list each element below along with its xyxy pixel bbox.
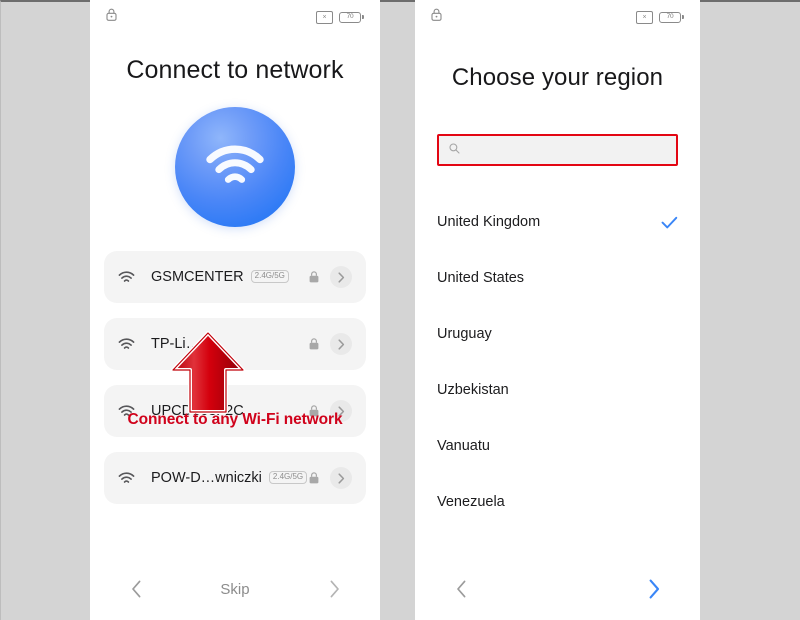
mute-icon: × xyxy=(316,10,333,24)
lock-icon xyxy=(309,271,319,283)
region-row-2[interactable]: Uruguay xyxy=(437,306,678,362)
phone-screen-choose-your-region: × 70 Choose your region United Kingdom U… xyxy=(415,0,700,620)
chevron-right-icon[interactable] xyxy=(322,577,346,601)
battery-icon: 70 xyxy=(339,11,364,23)
region-list: United Kingdom United States Uruguay Uzb… xyxy=(415,194,700,530)
wifi-icon xyxy=(118,270,135,284)
region-row-1[interactable]: United States xyxy=(437,250,678,306)
wifi-network-list: GSMCENTER 2.4G/5G TP-Li… 4 UPCD863F2C PO… xyxy=(90,251,380,504)
battery-level-label: 70 xyxy=(346,12,354,20)
lock-icon xyxy=(431,8,442,26)
lock-icon xyxy=(106,8,117,26)
region-name: United Kingdom xyxy=(437,214,541,230)
search-input[interactable] xyxy=(439,136,676,164)
region-row-5[interactable]: Venezuela xyxy=(437,474,678,530)
bottom-nav-right xyxy=(415,558,700,620)
page-title-connect-to-network: Connect to network xyxy=(126,56,344,84)
wifi-band-badge: 2.4G/5G xyxy=(250,269,289,283)
wifi-network-row-3[interactable]: POW-D…wniczki 2.4G/5G xyxy=(104,452,366,504)
chevron-right-icon[interactable] xyxy=(642,577,666,601)
chevron-right-icon[interactable] xyxy=(330,333,352,355)
lock-icon xyxy=(309,472,319,484)
region-name: Vanuatu xyxy=(437,438,490,454)
battery-level-label: 70 xyxy=(666,12,674,20)
search-icon xyxy=(449,141,460,159)
status-bar-left: × 70 xyxy=(90,0,380,34)
region-name: United States xyxy=(437,270,525,286)
wifi-band-badge: 2.4G/5G xyxy=(268,470,308,484)
region-row-4[interactable]: Vanuatu xyxy=(437,418,678,474)
wifi-network-row-1[interactable]: TP-Li… 4 xyxy=(104,318,366,370)
mute-icon: × xyxy=(636,10,653,24)
status-bar-right-cluster-left-screen: × 70 xyxy=(316,10,364,24)
lock-icon xyxy=(309,338,319,350)
check-icon xyxy=(661,216,678,229)
bottom-nav-left: Skip xyxy=(90,558,380,620)
region-name: Uzbekistan xyxy=(437,382,509,398)
chevron-left-icon[interactable] xyxy=(124,577,148,601)
wifi-network-row-0[interactable]: GSMCENTER 2.4G/5G xyxy=(104,251,366,303)
status-bar-right: × 70 xyxy=(415,0,700,34)
wifi-icon xyxy=(118,404,135,418)
region-search-highlight xyxy=(437,134,678,166)
wifi-icon xyxy=(118,337,135,351)
region-row-3[interactable]: Uzbekistan xyxy=(437,362,678,418)
wifi-orb-icon xyxy=(175,107,295,227)
chevron-right-icon[interactable] xyxy=(330,266,352,288)
battery-icon: 70 xyxy=(659,11,684,23)
page-title-choose-your-region: Choose your region xyxy=(451,64,664,91)
lock-icon xyxy=(309,405,319,417)
region-name: Uruguay xyxy=(437,326,492,342)
chevron-right-icon[interactable] xyxy=(330,467,352,489)
wifi-network-name: POW-D…wniczki xyxy=(151,470,262,486)
region-row-0[interactable]: United Kingdom xyxy=(437,194,678,250)
chevron-right-icon[interactable] xyxy=(330,400,352,422)
region-name: Venezuela xyxy=(437,494,505,510)
chevron-left-icon[interactable] xyxy=(449,577,473,601)
wifi-network-row-2[interactable]: UPCD863F2C xyxy=(104,385,366,437)
phone-screen-connect-to-network: × 70 Connect to network GSMCENTER 2.4G/5… xyxy=(90,0,380,620)
wifi-network-name: TP-Li… 4 xyxy=(151,336,212,352)
wifi-hero xyxy=(90,107,380,227)
status-bar-right-cluster-right-screen: × 70 xyxy=(636,10,684,24)
wifi-network-name: GSMCENTER xyxy=(151,269,244,285)
wifi-network-name: UPCD863F2C xyxy=(151,403,244,419)
skip-button[interactable]: Skip xyxy=(220,581,249,598)
wifi-icon xyxy=(118,471,135,485)
